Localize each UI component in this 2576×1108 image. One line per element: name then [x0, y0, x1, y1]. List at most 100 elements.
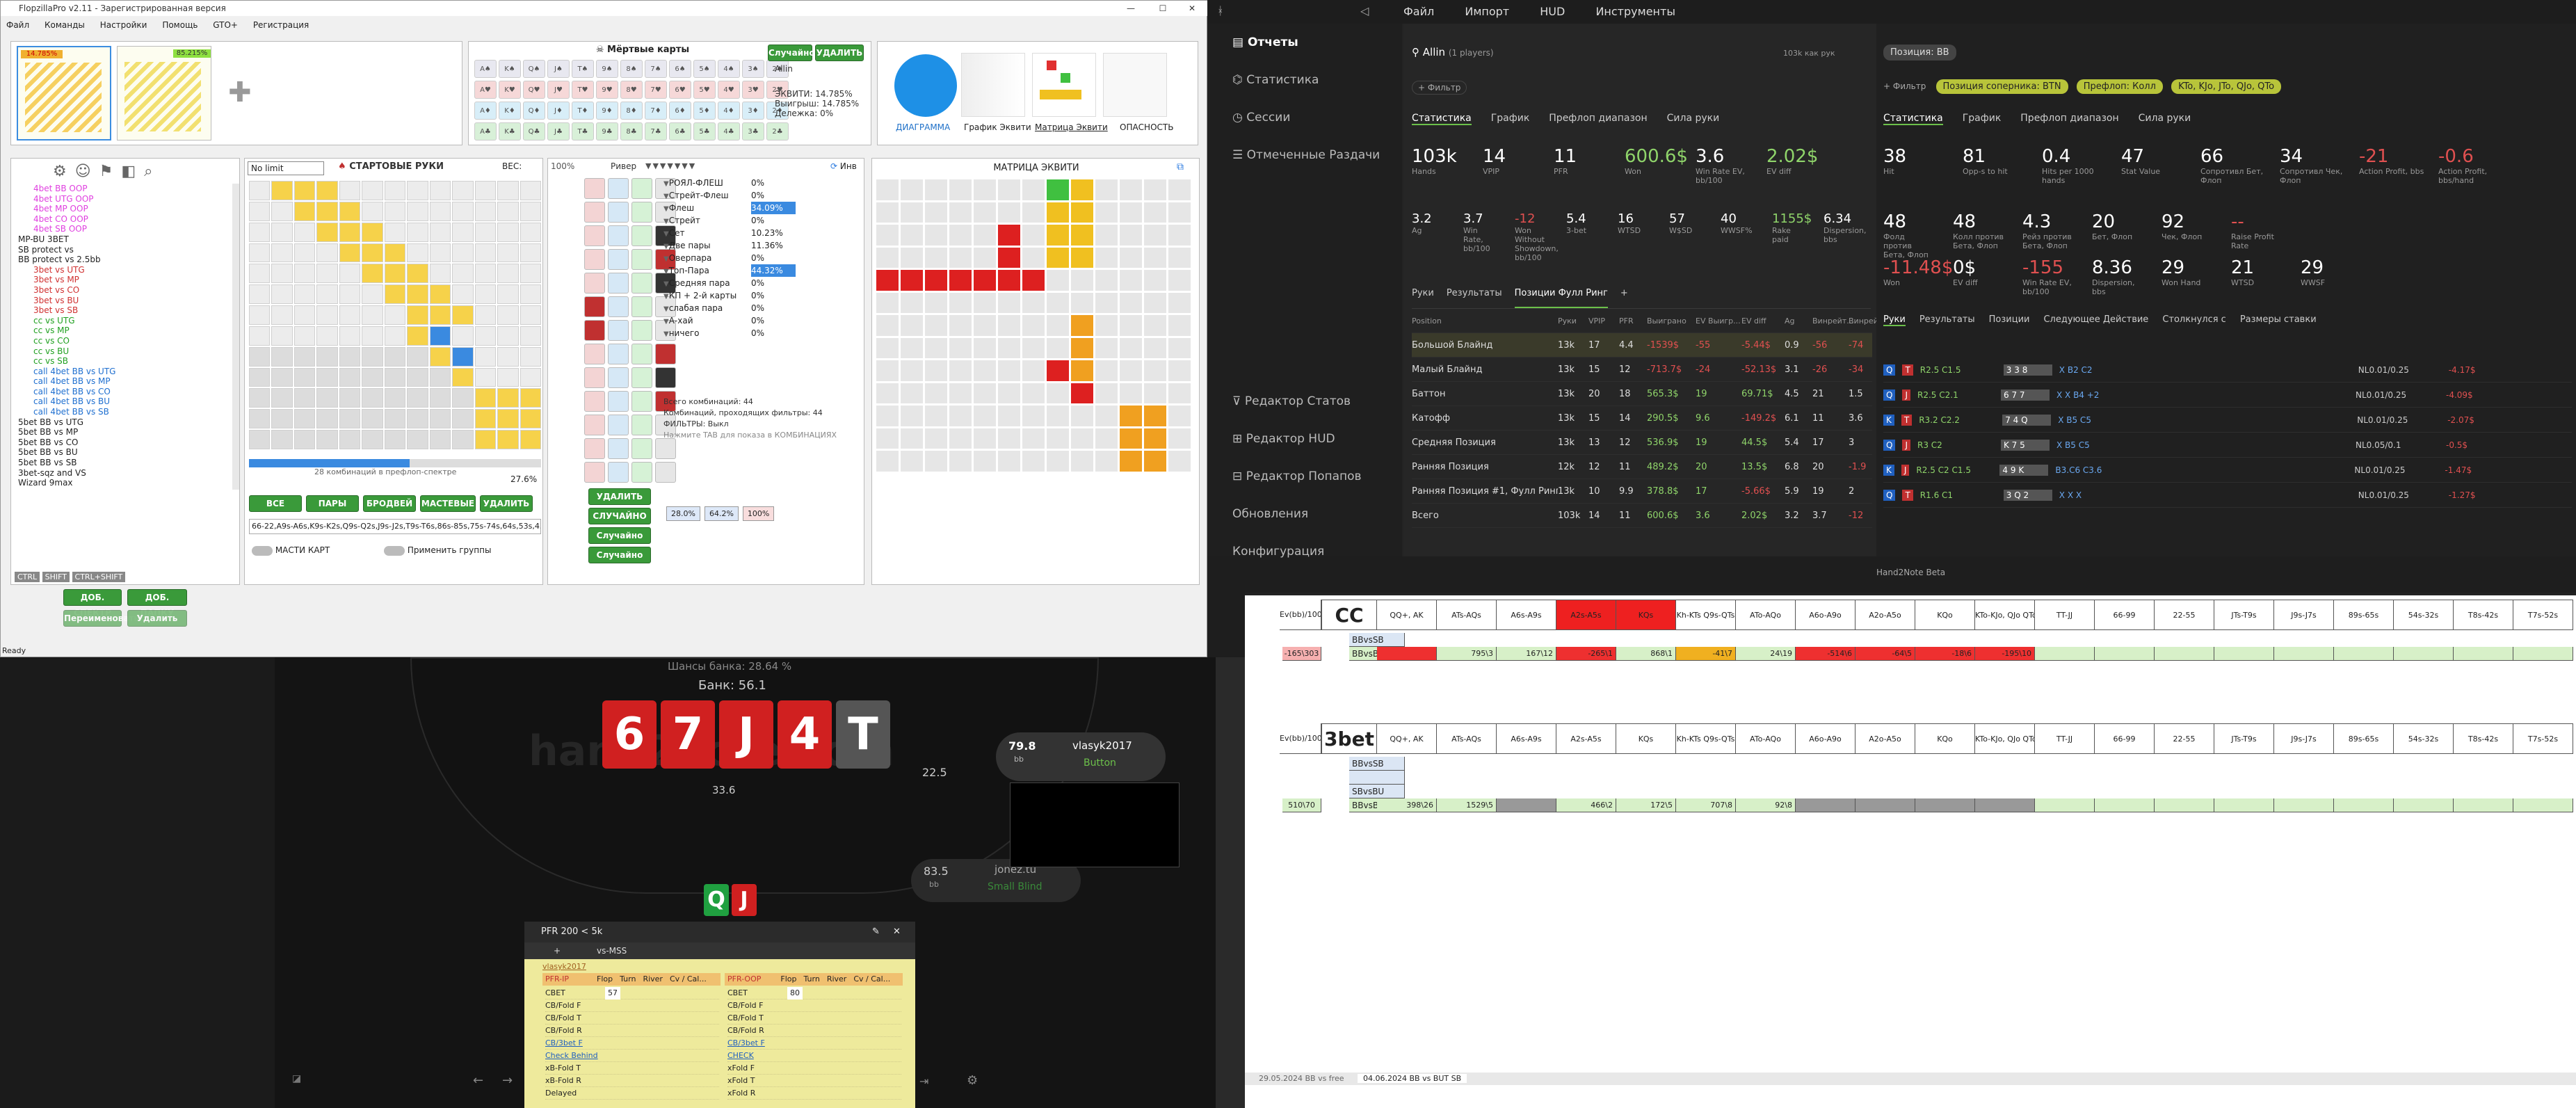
dead-card[interactable]: 9♥: [596, 81, 618, 99]
add-range-icon[interactable]: ✚: [228, 77, 252, 109]
hand-cell[interactable]: [497, 326, 519, 346]
equity-cell[interactable]: [1071, 270, 1093, 291]
sheet-tab-2[interactable]: 04.06.2024 BB vs BUT SB: [1358, 1074, 1467, 1083]
hand-stat-row[interactable]: ▼А-хай 0%: [663, 314, 803, 327]
dead-card[interactable]: 6♠: [669, 60, 691, 78]
equity-cell[interactable]: [876, 270, 899, 291]
equity-cell[interactable]: [949, 383, 972, 404]
hand-cell[interactable]: [474, 346, 497, 367]
ev-empty-cell[interactable]: [2214, 647, 2274, 661]
equity-cell[interactable]: [1120, 247, 1142, 268]
hand-cell[interactable]: [249, 346, 271, 367]
hand-cell[interactable]: [429, 181, 451, 200]
hand-cell[interactable]: [520, 367, 541, 387]
equity-cell[interactable]: [1071, 315, 1093, 336]
equity-cell[interactable]: [1095, 225, 1118, 246]
equity-cell[interactable]: [1047, 270, 1069, 291]
skip-end-icon[interactable]: ⇥: [919, 1075, 928, 1088]
hand-cell[interactable]: [339, 243, 361, 263]
equity-cell[interactable]: [949, 292, 972, 314]
hand-cell[interactable]: [339, 326, 361, 346]
ev-value-cell[interactable]: -265\1: [1556, 647, 1616, 661]
board-card-cell[interactable]: [608, 344, 629, 364]
dead-card[interactable]: 6♦: [669, 102, 691, 120]
equity-cell[interactable]: [901, 337, 923, 359]
range-tree-item[interactable]: BB protect vs 2.5bb: [15, 255, 224, 265]
range-tree-item[interactable]: 4bet MP OOP: [15, 204, 224, 214]
equity-cell[interactable]: [876, 360, 899, 381]
popup-stat-row[interactable]: CB/3bet F: [545, 1037, 719, 1050]
positions-row[interactable]: Катофф 13k 15 14 290.5$ 9.6 -149.2$ 6.1 11 3.6: [1412, 406, 1872, 431]
popup-stat-row[interactable]: CB/Fold R: [545, 1025, 719, 1037]
equity-cell[interactable]: [1168, 315, 1191, 336]
popup-stat-row[interactable]: Check Behind: [545, 1050, 719, 1062]
equity-matrix-icon[interactable]: [1032, 53, 1096, 117]
hand-cell[interactable]: [362, 367, 383, 387]
dead-card[interactable]: 9♦: [596, 102, 618, 120]
random-1-button[interactable]: Случайно (1): [588, 527, 651, 556]
positions-row[interactable]: Малый Блайнд 13k 15 12 -713.7$ -24 -52.13$ 3.1 -…: [1412, 358, 1872, 382]
hand-cell[interactable]: [293, 264, 316, 284]
menu-file[interactable]: Файл: [6, 20, 29, 30]
hand-cell[interactable]: [407, 409, 428, 429]
filter-pct-3[interactable]: 100%: [742, 506, 775, 521]
equity-cell[interactable]: [1144, 383, 1166, 404]
equity-cell[interactable]: [1071, 383, 1093, 404]
range-col-header[interactable]: KTo-KJo, QJo QTo JTo: [1975, 723, 2035, 754]
hand-cell[interactable]: [407, 430, 428, 449]
hand-cell[interactable]: [452, 243, 474, 263]
range-col-header[interactable]: TT-JJ: [2035, 600, 2095, 630]
hand-cell[interactable]: [452, 326, 474, 346]
equity-cell[interactable]: [949, 360, 972, 381]
ev-empty-cell[interactable]: [2513, 798, 2573, 812]
equity-cell[interactable]: [949, 406, 972, 426]
range-tree-item[interactable]: MP-BU 3BET: [15, 234, 224, 245]
dead-card[interactable]: 4♦: [718, 102, 740, 120]
random-button[interactable]: Случайно: [768, 45, 815, 61]
hand-cell[interactable]: [407, 264, 428, 284]
nav-marked-hands[interactable]: ☰ Отмеченные Раздачи: [1207, 136, 1402, 174]
range-tree-item[interactable]: 5bet BB vs MP: [15, 427, 224, 437]
dead-card[interactable]: T♥: [572, 81, 594, 99]
equity-cell[interactable]: [949, 247, 972, 268]
equity-cell[interactable]: [1047, 179, 1069, 200]
equity-cell[interactable]: [949, 270, 972, 291]
positions-col-header[interactable]: Винрейт...: [1812, 309, 1854, 332]
board-card-cell[interactable]: [608, 367, 629, 388]
ev-value-cell[interactable]: -64\5: [1855, 647, 1915, 661]
hand-cell[interactable]: [293, 326, 316, 346]
positions-row[interactable]: Средняя Позиция 13k 13 12 536.9$ 19 44.5$ 5.4 17…: [1412, 431, 1872, 455]
hand-cell[interactable]: [271, 388, 293, 408]
equity-cell[interactable]: [901, 292, 923, 314]
hand-cell[interactable]: [520, 346, 541, 367]
report-tab[interactable]: Префлоп диапазон: [2020, 113, 2118, 125]
equity-cell[interactable]: [925, 270, 947, 291]
equity-cell[interactable]: [1047, 247, 1069, 268]
hand-cell[interactable]: [429, 430, 451, 449]
stat-block[interactable]: -155 Win Rate EV, bb/100: [2022, 257, 2074, 296]
clear-button[interactable]: УДАЛИТЬ: [480, 495, 533, 512]
equity-cell[interactable]: [1022, 292, 1045, 314]
stat-block[interactable]: 16 WTSD: [1618, 211, 1654, 262]
hand-cell[interactable]: [362, 430, 383, 449]
equity-cell[interactable]: [998, 292, 1020, 314]
range-col-header[interactable]: A6s-A9s: [1497, 723, 1556, 754]
hand-cell[interactable]: [316, 388, 338, 408]
board-card-cell[interactable]: [584, 320, 605, 341]
hand-stat-row[interactable]: ▼Стрейт 0%: [663, 214, 803, 227]
equity-cell[interactable]: [974, 428, 996, 449]
dead-card[interactable]: 7♥: [645, 81, 667, 99]
equity-cell[interactable]: [998, 383, 1020, 404]
hand-cell[interactable]: [384, 284, 406, 305]
popup-stat-row[interactable]: Delayed: [545, 1087, 719, 1100]
range-tree-item[interactable]: call 4bet BB vs SB: [15, 407, 224, 417]
equity-cell[interactable]: [1095, 360, 1118, 381]
dead-card[interactable]: A♣: [474, 122, 497, 140]
equity-cell[interactable]: [1120, 270, 1142, 291]
dead-card[interactable]: Q♥: [523, 81, 545, 99]
hand-row[interactable]: Q T R1.6 C1 3 Q 2 X X X NL0.01/0.25 -1.27$: [1883, 483, 2572, 508]
popup-add-tab-icon[interactable]: +: [554, 942, 561, 959]
equity-matrix-grid[interactable]: [876, 179, 1191, 472]
equity-cell[interactable]: [925, 360, 947, 381]
equity-cell[interactable]: [1071, 406, 1093, 426]
